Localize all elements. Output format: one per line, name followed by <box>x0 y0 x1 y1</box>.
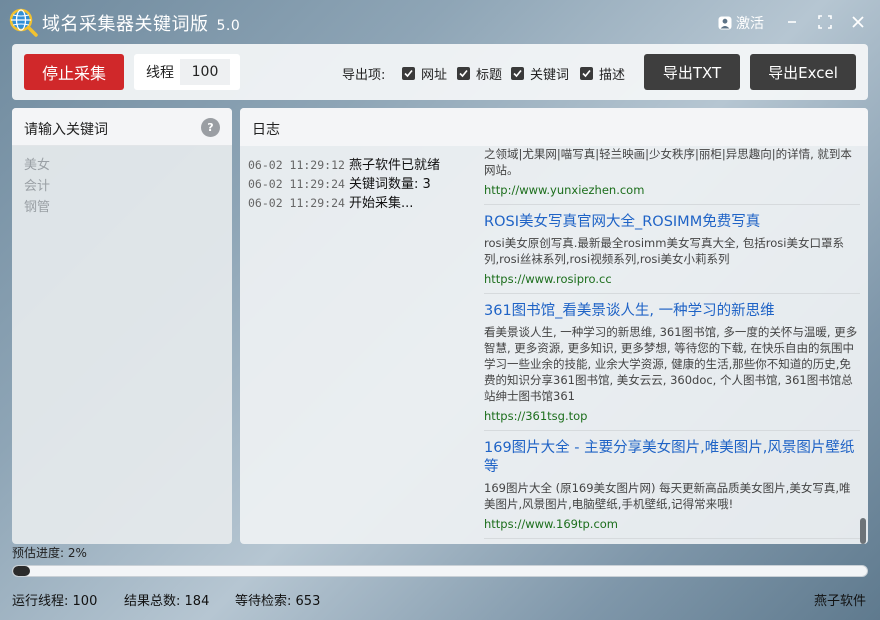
app-logo-icon <box>8 7 38 37</box>
result-title-link[interactable]: ROSI美女写真官网大全_ROSIMM免费写真 <box>484 213 860 232</box>
maximize-button[interactable] <box>815 12 835 32</box>
keyword-input[interactable]: 美女 会计 钢管 <box>12 146 232 227</box>
running-threads-value: 100 <box>72 594 98 609</box>
log-panel-header: 日志 <box>240 108 868 146</box>
maximize-icon <box>818 15 832 29</box>
result-item: 169图片大全 - 主要分享美女图片,唯美图片,风景图片壁纸等 169图片大全 … <box>484 439 860 539</box>
progress-label: 预估进度: 2% <box>12 546 87 560</box>
keyword-item: 美女 <box>24 158 51 173</box>
log-message: 燕子软件已就绪 <box>348 158 440 173</box>
close-button[interactable] <box>848 12 868 32</box>
keyword-panel-title: 请输入关键词 <box>24 122 108 138</box>
keyword-item: 会计 <box>24 179 51 194</box>
log-message: 开始采集... <box>348 196 414 211</box>
checkbox-checked-icon <box>457 67 470 80</box>
keyword-panel-header: 请输入关键词 ? <box>12 108 232 146</box>
checkbox-checked-icon <box>511 67 524 80</box>
keyword-item: 钢管 <box>24 200 51 215</box>
app-title-text: 域名采集器关键词版 <box>42 14 209 35</box>
minimize-button[interactable] <box>782 12 802 32</box>
result-title-link[interactable]: 361图书馆_看美景谈人生, 一种学习的新思维 <box>484 302 860 321</box>
total-results-status: 结果总数: 184 <box>124 590 209 609</box>
progress-fill <box>13 566 31 576</box>
thread-label: 线程 <box>146 65 174 81</box>
log-time: 06-02 11:29:24 <box>248 177 345 191</box>
app-title: 域名采集器关键词版 5.0 <box>42 10 240 36</box>
result-title-link[interactable]: 169图片大全 - 主要分享美女图片,唯美图片,风景图片壁纸等 <box>484 439 860 477</box>
activate-button[interactable]: 激活 <box>718 13 764 33</box>
export-title-checkbox[interactable]: 标题 <box>457 64 502 83</box>
minimize-icon <box>788 21 796 23</box>
export-options-label: 导出项: <box>342 68 386 83</box>
pending-label: 等待检索: <box>235 594 292 609</box>
result-item: 之领域|尤果网|喵写真|轻兰映画|少女秩序|丽柜|异思趣向|的详情, 就到本网站… <box>484 146 860 205</box>
export-desc-checkbox[interactable]: 描述 <box>580 64 625 83</box>
log-message: 关键词数量: 3 <box>348 177 431 192</box>
toolbar: 停止采集 线程 导出项: 网址 标题 关键词 描述 导出TXT 导出Excel <box>12 44 868 100</box>
export-desc-label: 描述 <box>599 68 626 83</box>
total-results-label: 结果总数: <box>124 594 181 609</box>
log-time: 06-02 11:29:24 <box>248 196 345 210</box>
result-item: ROSI美女写真官网大全_ROSIMM免费写真 rosi美女原创写真.最新最全r… <box>484 213 860 294</box>
scrollbar-thumb[interactable] <box>860 518 866 544</box>
thread-count-input[interactable] <box>180 59 230 85</box>
close-icon <box>852 16 864 28</box>
log-lines: 06-02 11:29:12 燕子软件已就绪 06-02 11:29:24 关键词数… <box>248 156 440 213</box>
brand-label: 燕子软件 <box>814 594 867 609</box>
result-url[interactable]: https://361tsg.top <box>484 408 860 424</box>
result-item: 361图书馆_看美景谈人生, 一种学习的新思维 看美景谈人生, 一种学习的新思维… <box>484 302 860 431</box>
checkbox-checked-icon <box>402 67 415 80</box>
result-list: 之领域|尤果网|喵写真|轻兰映画|少女秩序|丽柜|异思趣向|的详情, 就到本网站… <box>484 146 860 544</box>
log-scrollbar[interactable] <box>860 146 866 544</box>
result-url[interactable]: https://www.169tp.com <box>484 516 860 532</box>
log-time: 06-02 11:29:12 <box>248 158 345 172</box>
user-icon <box>718 16 732 30</box>
export-excel-button[interactable]: 导出Excel <box>750 54 856 90</box>
thread-setting: 线程 <box>134 54 240 90</box>
pending-status: 等待检索: 653 <box>235 590 320 609</box>
export-title-label: 标题 <box>476 68 503 83</box>
activate-label: 激活 <box>736 16 764 32</box>
pending-value: 653 <box>295 594 321 609</box>
export-url-label: 网址 <box>421 68 448 83</box>
keyword-panel: 请输入关键词 ? 美女 会计 钢管 <box>12 108 232 544</box>
result-url[interactable]: http://www.yunxiezhen.com <box>484 182 860 198</box>
result-url[interactable]: https://www.rosipro.cc <box>484 271 860 287</box>
running-threads-status: 运行线程: 100 <box>12 590 97 609</box>
app-version: 5.0 <box>216 18 241 34</box>
help-icon[interactable]: ? <box>201 118 220 137</box>
result-description: 看美景谈人生, 一种学习的新思维, 361图书馆, 多一度的关怀与温暖, 更多智… <box>484 325 858 403</box>
title-bar: 域名采集器关键词版 5.0 激活 <box>0 0 880 44</box>
export-txt-button[interactable]: 导出TXT <box>644 54 740 90</box>
result-description: 169图片大全 (原169美女图片网) 每天更新高品质美女图片,美女写真,唯美图… <box>484 481 851 511</box>
progress-bar <box>12 565 868 577</box>
export-keyword-checkbox[interactable]: 关键词 <box>511 64 569 83</box>
log-line: 06-02 11:29:12 燕子软件已就绪 <box>248 156 440 175</box>
result-description: rosi美女原创写真.最新最全rosimm美女写真大全, 包括rosi美女口罩系… <box>484 236 844 266</box>
stop-collect-button[interactable]: 停止采集 <box>24 54 124 90</box>
running-threads-label: 运行线程: <box>12 594 69 609</box>
export-keyword-label: 关键词 <box>530 68 570 83</box>
checkbox-checked-icon <box>580 67 593 80</box>
result-description: 之领域|尤果网|喵写真|轻兰映画|少女秩序|丽柜|异思趣向|的详情, 就到本网站… <box>484 147 852 177</box>
log-panel-title: 日志 <box>252 122 280 138</box>
log-panel: 日志 06-02 11:29:12 燕子软件已就绪 06-02 11:29:24 关… <box>240 108 868 544</box>
log-line: 06-02 11:29:24 关键词数量: 3 <box>248 175 440 194</box>
export-url-checkbox[interactable]: 网址 <box>402 64 447 83</box>
total-results-value: 184 <box>184 594 210 609</box>
log-line: 06-02 11:29:24 开始采集... <box>248 194 440 213</box>
